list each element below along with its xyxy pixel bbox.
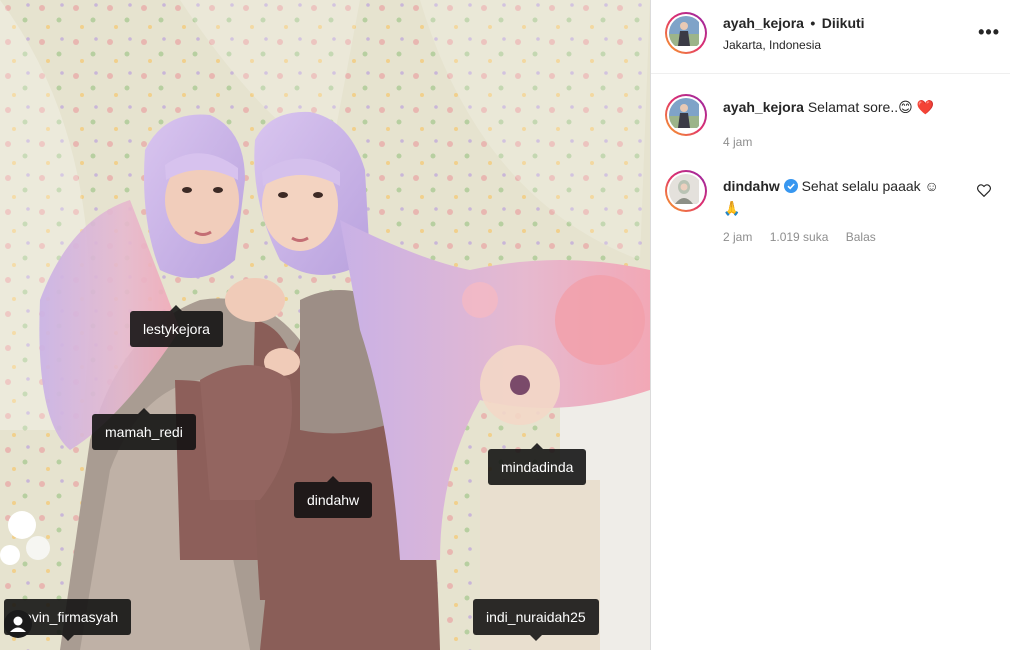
photo-tag-mindadinda[interactable]: mindadinda bbox=[488, 443, 587, 485]
header-location[interactable]: Jakarta, Indonesia bbox=[723, 38, 821, 52]
caption: ayah_kejora Selamat sore..😊 ❤️ 4 jam bbox=[651, 94, 1010, 154]
user-icon bbox=[10, 616, 26, 632]
photo-tag-lestykejora[interactable]: lestykejora bbox=[130, 305, 223, 347]
heart-outline-icon[interactable] bbox=[977, 184, 991, 202]
photo-illustration bbox=[0, 0, 650, 650]
caption-avatar[interactable] bbox=[665, 94, 707, 136]
header-username[interactable]: ayah_kejora bbox=[723, 15, 804, 31]
comment-avatar[interactable] bbox=[665, 170, 707, 212]
more-options-icon[interactable]: ••• bbox=[978, 22, 1000, 43]
tag-label: indi_nuraidah25 bbox=[486, 609, 586, 625]
avatar-image bbox=[669, 98, 699, 128]
verified-badge-icon bbox=[783, 178, 798, 198]
tagged-users-icon[interactable] bbox=[4, 610, 32, 638]
post-side-panel: ayah_kejora • Diikuti Jakarta, Indonesia… bbox=[650, 0, 1010, 650]
caption-text: Selamat sore.. bbox=[807, 99, 899, 115]
photo-tag-mamah-redi[interactable]: mamah_redi bbox=[92, 408, 196, 450]
photo-tag-indi-nuraidah25[interactable]: indi_nuraidah25 bbox=[473, 599, 599, 641]
tag-label: lestykejora bbox=[143, 321, 210, 337]
comment-time[interactable]: 2 jam bbox=[723, 230, 752, 244]
follow-separator: • bbox=[810, 15, 816, 31]
tag-label: mamah_redi bbox=[105, 424, 183, 440]
avatar-image bbox=[669, 16, 699, 46]
tag-label: kevin_firmasyah bbox=[17, 609, 119, 625]
avatar[interactable] bbox=[665, 12, 707, 54]
comment-item: dindahw Sehat selalu paaak ☺ 🙏 2 jam 1.0… bbox=[651, 170, 1010, 250]
post-photo[interactable]: lestykejora mamah_redi mindadinda dindah… bbox=[0, 0, 650, 650]
comment-reply-button[interactable]: Balas bbox=[846, 230, 876, 244]
comment-username[interactable]: dindahw bbox=[723, 178, 780, 194]
comment-text-line2: 🙏 bbox=[723, 200, 741, 216]
comment-likes[interactable]: 1.019 suka bbox=[770, 230, 829, 244]
comment-text: Sehat selalu paaak ☺ bbox=[801, 178, 939, 194]
caption-time[interactable]: 4 jam bbox=[723, 135, 752, 149]
caption-username[interactable]: ayah_kejora bbox=[723, 99, 804, 115]
tag-label: mindadinda bbox=[501, 459, 574, 475]
tag-label: dindahw bbox=[307, 492, 360, 508]
caption-emojis: 😊 ❤️ bbox=[898, 99, 935, 115]
photo-tag-dindahw[interactable]: dindahw bbox=[294, 476, 373, 518]
post-header: ayah_kejora • Diikuti Jakarta, Indonesia… bbox=[651, 0, 1010, 74]
follow-status[interactable]: Diikuti bbox=[822, 15, 865, 31]
avatar-image bbox=[669, 174, 699, 204]
